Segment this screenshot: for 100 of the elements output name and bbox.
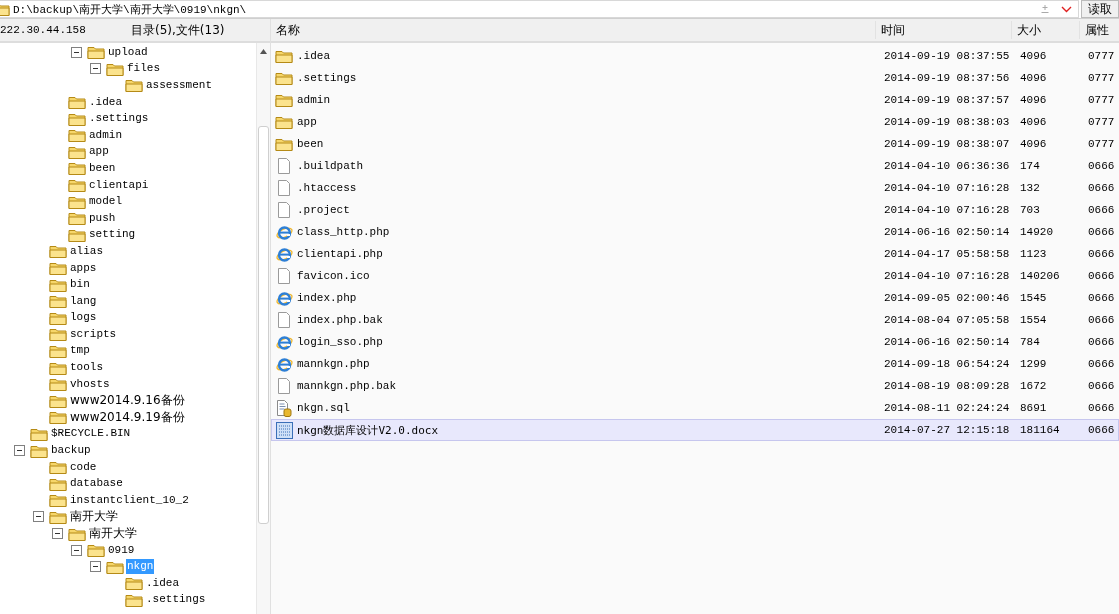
collapse-toggle-icon[interactable]: [90, 561, 101, 573]
dropdown-chevron-icon[interactable]: [1061, 5, 1072, 13]
collapse-toggle-icon[interactable]: [14, 445, 25, 457]
folder-icon: [87, 543, 105, 558]
folder-tree-item[interactable]: www2014.9.19备份: [69, 408, 186, 426]
folder-icon: [68, 161, 86, 176]
folder-tree-item[interactable]: clientapi: [88, 177, 150, 193]
column-header[interactable]: 属性: [1079, 21, 1119, 39]
collapse-toggle-icon[interactable]: [33, 511, 44, 523]
folder-icon: [87, 45, 105, 60]
file-permissions: 0666: [1087, 204, 1116, 216]
folder-tree-item[interactable]: assessment: [145, 78, 213, 93]
file-row[interactable]: .buildpath 2014-04-10 06:36:36 174 0666: [271, 155, 1119, 177]
folder-tree-item[interactable]: admin: [88, 127, 123, 143]
vertical-scrollbar[interactable]: [256, 43, 270, 614]
folder-tree-item[interactable]: 南开大学: [88, 525, 138, 542]
web-file-icon: [275, 245, 293, 263]
folder-tree-item[interactable]: alias: [69, 243, 104, 259]
folder-tree-item[interactable]: vhosts: [69, 376, 111, 392]
file-row[interactable]: mannkgn.php.bak 2014-08-19 08:09:28 1672 0666: [271, 375, 1119, 397]
read-button[interactable]: 读取: [1081, 0, 1119, 18]
file-row[interactable]: favicon.ico 2014-04-10 07:16:28 140206 0666: [271, 265, 1119, 287]
modified-time: 2014-09-19 08:37:56: [883, 72, 1011, 84]
folder-tree-item[interactable]: tools: [69, 360, 104, 376]
file-size: 132: [1019, 182, 1041, 194]
folder-icon: [275, 71, 293, 85]
file-row[interactable]: .idea 2014-09-19 08:37:55 4096 0777: [271, 45, 1119, 67]
scrollbar-thumb[interactable]: [258, 126, 269, 524]
file-permissions: 0666: [1087, 380, 1116, 392]
file-permissions: 0666: [1087, 270, 1116, 282]
column-header[interactable]: 大小: [1011, 21, 1079, 39]
collapse-toggle-icon[interactable]: [52, 528, 63, 539]
folder-tree-item[interactable]: .idea: [88, 94, 123, 110]
folder-tree-item[interactable]: push: [88, 210, 117, 226]
file-row[interactable]: nkgn数据库设计V2.0.docx 2014-07-27 12:15:18 181164 0666: [271, 419, 1119, 441]
file-name: index.php: [297, 292, 357, 304]
file-row[interactable]: class_http.php 2014-06-16 02:50:14 14920 0666: [271, 221, 1119, 243]
folder-tree-item[interactable]: 0919: [107, 542, 136, 558]
folder-tree-item[interactable]: upload: [107, 44, 149, 60]
file-row[interactable]: clientapi.php 2014-04-17 05:58:58 1123 0666: [271, 243, 1119, 265]
file-name: mannkgn.php: [297, 358, 370, 370]
folder-tree-item[interactable]: instantclient_10_2: [69, 492, 190, 508]
folder-icon: [275, 137, 293, 151]
folder-tree-item[interactable]: 南开大学: [69, 508, 119, 526]
folder-tree-item[interactable]: .settings: [145, 592, 207, 608]
folder-tree-item[interactable]: apps: [69, 260, 98, 276]
file-row[interactable]: admin 2014-09-19 08:37:57 4096 0777: [271, 89, 1119, 111]
file-size: 1554: [1019, 314, 1048, 326]
file-row[interactable]: login_sso.php 2014-06-16 02:50:14 784 0666: [271, 331, 1119, 353]
folder-tree-item[interactable]: app: [88, 144, 110, 160]
file-name: been: [297, 138, 324, 150]
file-row[interactable]: index.php 2014-09-05 02:00:46 1545 0666: [271, 287, 1119, 309]
column-header[interactable]: 名称: [271, 21, 875, 39]
folder-icon: [49, 310, 67, 325]
column-header[interactable]: 时间: [875, 21, 1011, 39]
folder-tree-item[interactable]: backup: [50, 443, 92, 459]
file-size: 174: [1019, 160, 1041, 172]
file-size: 784: [1019, 336, 1041, 348]
file-row[interactable]: app 2014-09-19 08:38:03 4096 0777: [271, 111, 1119, 133]
folder-icon: [68, 526, 86, 541]
collapse-toggle-icon[interactable]: [71, 544, 82, 556]
file-row[interactable]: mannkgn.php 2014-09-18 06:54:24 1299 0666: [271, 353, 1119, 375]
folder-tree-item[interactable]: lang: [69, 293, 98, 309]
folder-tree-item[interactable]: tmp: [69, 343, 91, 359]
folder-tree-item[interactable]: scripts: [69, 326, 118, 342]
file-row[interactable]: index.php.bak 2014-08-04 07:05:58 1554 0666: [271, 309, 1119, 331]
folder-tree-item[interactable]: logs: [69, 310, 98, 326]
web-file-icon: [275, 355, 293, 373]
collapse-toggle-icon[interactable]: [90, 63, 101, 75]
file-row[interactable]: nkgn.sql 2014-08-11 02:24:24 8691 0666: [271, 397, 1119, 419]
folder-icon: [125, 592, 143, 607]
file-row[interactable]: been 2014-09-19 08:38:07 4096 0777: [271, 133, 1119, 155]
modified-time: 2014-06-16 02:50:14: [883, 226, 1011, 238]
file-row[interactable]: .project 2014-04-10 07:16:28 703 0666: [271, 199, 1119, 221]
folder-tree-item[interactable]: $RECYCLE.BIN: [50, 426, 132, 442]
folder-tree-item[interactable]: files: [126, 61, 161, 77]
folder-tree-item[interactable]: been: [88, 160, 117, 176]
file-permissions: 0777: [1087, 72, 1116, 84]
file-size: 140206: [1019, 270, 1061, 282]
folder-tree-item[interactable]: .idea: [145, 575, 180, 591]
file-permissions: 0666: [1087, 182, 1116, 194]
folder-tree-item[interactable]: www2014.9.16备份: [69, 392, 186, 410]
folder-icon: [49, 493, 67, 508]
file-permissions: 0777: [1087, 138, 1116, 150]
path-field[interactable]: D:\backup\南开大学\南开大学\0919\nkgn\: [0, 0, 1079, 18]
folder-tree-item[interactable]: code: [69, 459, 98, 475]
folder-tree-item[interactable]: bin: [69, 277, 91, 293]
folder-tree-item[interactable]: database: [69, 476, 124, 492]
file-row[interactable]: .htaccess 2014-04-10 07:16:28 132 0666: [271, 177, 1119, 199]
web-file-icon: [275, 289, 293, 307]
folder-tree-item[interactable]: setting: [88, 227, 137, 243]
folder-icon: [125, 78, 143, 93]
modified-time: 2014-06-16 02:50:14: [883, 336, 1011, 348]
file-row[interactable]: .settings 2014-09-19 08:37:56 4096 0777: [271, 67, 1119, 89]
folder-tree-item[interactable]: .settings: [88, 111, 150, 127]
modified-time: 2014-09-05 02:00:46: [883, 292, 1011, 304]
folder-tree-item[interactable]: model: [88, 194, 123, 210]
collapse-toggle-icon[interactable]: [71, 46, 82, 58]
scroll-up-arrow-icon[interactable]: [260, 49, 267, 54]
folder-icon: [275, 93, 293, 107]
